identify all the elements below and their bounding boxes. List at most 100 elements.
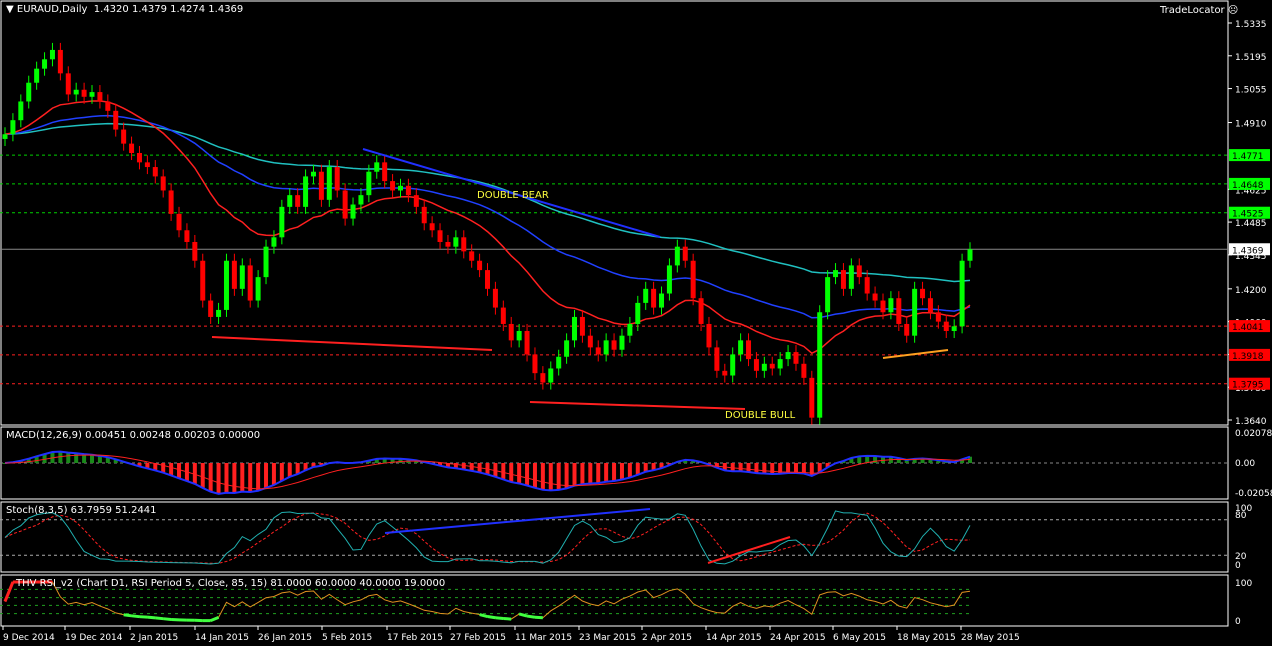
candle-body [57,49,63,74]
candle-body [920,288,926,299]
stoch-tick-label: 80 [1235,511,1247,521]
candle-body [927,298,933,313]
candle-body [619,335,625,350]
candle-body [200,260,206,301]
macd-histogram-bar [279,463,284,481]
candle [777,352,783,376]
candle [817,305,823,425]
candle-body [89,92,95,97]
candle-body [208,300,214,317]
candle [809,370,815,425]
date-label: 2 Apr 2015 [642,633,692,643]
macd-histogram-bar [517,463,522,484]
candle [485,263,490,296]
candle-body [390,181,396,191]
candle [825,270,831,320]
date-label: 19 Dec 2014 [65,633,123,643]
macd-histogram-bar [588,463,593,484]
candle-body [548,368,554,383]
brand-label: TradeLocator [1160,5,1225,16]
date-label: 23 Mar 2015 [579,633,636,643]
candle [761,356,767,378]
chart-canvas[interactable]: 1.53351.51951.50551.49101.46251.44851.43… [0,0,1272,646]
macd-histogram-bar [232,463,237,493]
candle-body [192,241,198,261]
candle-body [777,359,783,369]
candle [121,122,127,151]
candle [706,316,712,355]
date-label: 9 Dec 2014 [3,633,55,643]
candle-body [255,277,261,301]
macd-tick-label: 0.02078 [1235,429,1272,439]
candle-body [904,323,910,336]
date-label: 5 Feb 2015 [322,633,372,643]
macd-histogram-bar [248,463,253,492]
candle-body [651,288,657,308]
candle-body [595,347,601,355]
candle [176,206,182,238]
ema-fast-line [4,100,971,355]
candle [848,258,854,296]
candle-body [848,265,854,289]
candle-body [611,340,617,350]
trendline [211,336,493,351]
candle [97,85,103,109]
date-label: 24 Apr 2015 [770,633,826,643]
menu-triangle-icon[interactable]: ▼ [6,4,14,15]
candle [627,316,633,343]
price-tick-label: 1.3640 [1235,417,1267,427]
support-level-label: 1.3918 [1232,352,1264,362]
candle-body [825,277,831,313]
candle-body [34,68,40,83]
stoch-signal-line [4,512,971,564]
candle [334,160,340,198]
rsi-tick-label: 100 [1235,579,1252,589]
candle [856,258,862,285]
candle [595,340,601,362]
candle-body [635,302,641,324]
candle [904,316,910,343]
macd-histogram-bar [161,463,166,473]
candle [477,253,483,278]
candle [959,253,965,334]
candle-body [516,330,522,341]
macd-histogram-bar [532,463,537,488]
candle [912,281,918,343]
rsi-oversold-highlight [123,613,132,618]
candle [927,291,933,320]
candle-body [698,298,704,324]
stoch-label: Stoch(8,3,5) 63.7959 51.2441 [6,505,157,516]
candle [698,291,704,331]
candle [540,366,546,390]
candle-body [318,171,324,200]
candle-body [912,288,918,336]
candle-body [279,206,285,238]
candle [722,363,728,383]
macd-histogram-bar [548,463,553,491]
candle-body [485,270,490,289]
candle [769,356,775,376]
candle [951,319,957,339]
resistance-level-label: 1.4648 [1232,181,1264,191]
candle [532,347,538,381]
trendline [529,401,746,410]
chart-header: ▼ EURAUD,Daily 1.4320 1.4379 1.4274 1.43… [6,4,243,15]
candle-body [579,316,585,336]
macd-tick-label: 0.00 [1235,459,1255,469]
candle [738,333,744,362]
candle [564,333,570,364]
macd-histogram-bar [801,463,806,474]
candle-body [492,288,498,308]
candle [208,293,214,324]
candle [382,155,388,189]
candle-body [65,73,71,95]
candle-body [239,265,245,289]
rsi-oversold-highlight [155,616,164,621]
candle-body [429,223,435,231]
candle-body [342,190,348,219]
price-tick-label: 1.5195 [1235,53,1267,63]
macd-histogram-bar [256,463,261,491]
candle [572,309,578,348]
candle [105,94,111,118]
candle-body [461,237,467,252]
